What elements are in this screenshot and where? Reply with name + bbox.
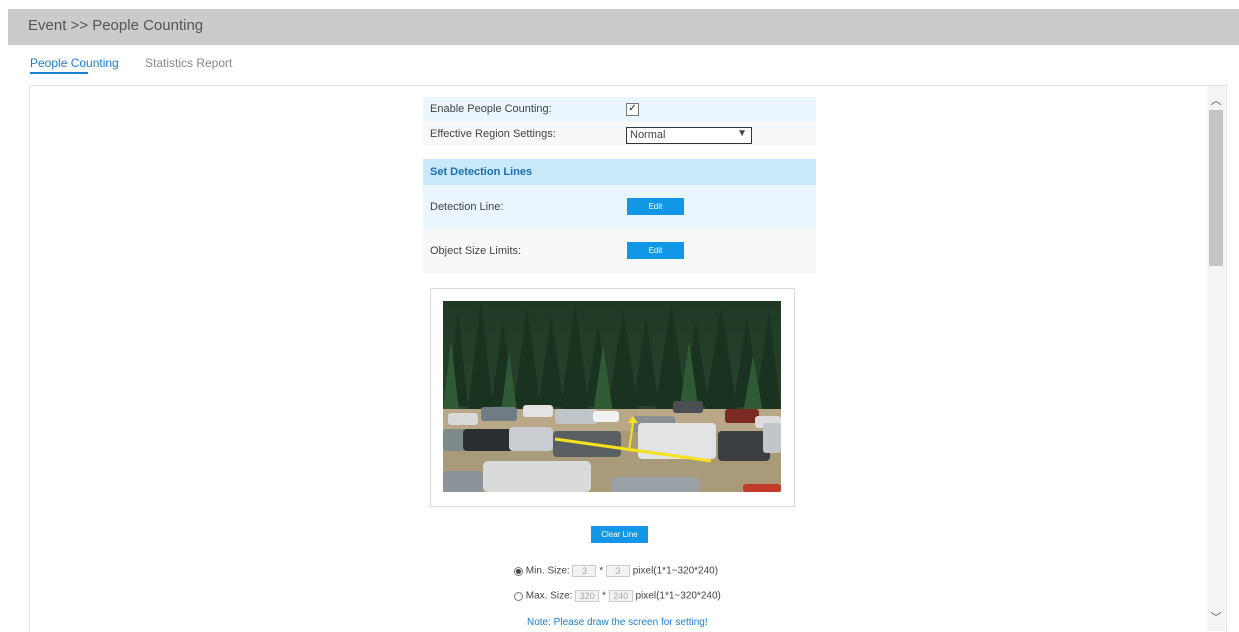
enable-row: Enable People Counting: ✓ [423, 97, 816, 121]
scroll-down-icon[interactable]: ﹀ [1207, 609, 1225, 627]
min-size-radio[interactable] [514, 566, 523, 576]
max-size-radio[interactable] [514, 591, 523, 601]
camera-preview[interactable] [443, 301, 781, 492]
vertical-scrollbar[interactable]: ︿ ﹀ [1207, 86, 1225, 631]
section-title: Set Detection Lines [430, 166, 533, 178]
object-size-row: Object Size Limits: Edit [423, 228, 816, 273]
tab-statistics-report[interactable]: Statistics Report [145, 56, 232, 70]
max-size-height-input[interactable]: 240 [608, 590, 633, 602]
min-size-height-input[interactable]: 3 [605, 565, 630, 577]
detection-line-edit-button[interactable]: Edit [627, 198, 684, 215]
max-size-label: Max. Size: [525, 590, 573, 602]
page-title: Event >> People Counting [28, 17, 204, 34]
times-sign: * [599, 565, 604, 577]
detection-lines-header: Set Detection Lines [423, 159, 816, 185]
object-size-label: Object Size Limits: [430, 245, 522, 257]
times-sign: * [602, 590, 606, 602]
max-size-row: Max. Size: 320 * 240 pixel(1*1~320*240) [514, 590, 721, 602]
region-select-value: Normal [630, 129, 666, 141]
active-tab-indicator [30, 72, 88, 74]
region-row: Effective Region Settings: Normal ▼ [423, 121, 816, 145]
min-size-width-input[interactable]: 3 [572, 565, 597, 577]
scroll-up-icon[interactable]: ︿ [1207, 92, 1225, 110]
object-size-edit-button[interactable]: Edit [627, 242, 684, 259]
enable-label: Enable People Counting: [430, 103, 552, 115]
min-size-label: Min. Size: [525, 565, 570, 577]
settings-panel: Enable People Counting: ✓ Effective Regi… [29, 85, 1227, 632]
tab-people-counting[interactable]: People Counting [30, 56, 119, 70]
video-preview-frame [430, 288, 795, 507]
min-size-row: Min. Size: 3 * 3 pixel(1*1~320*240) [514, 565, 718, 577]
draw-note: Note: Please draw the screen for setting… [527, 617, 708, 628]
scroll-thumb[interactable] [1209, 110, 1223, 266]
min-size-range-hint: pixel(1*1~320*240) [632, 565, 719, 577]
region-label: Effective Region Settings: [430, 128, 556, 140]
max-size-range-hint: pixel(1*1~320*240) [635, 590, 721, 602]
enable-checkbox[interactable]: ✓ [626, 103, 639, 116]
detection-line-label: Detection Line: [430, 201, 504, 213]
page-header: Event >> People Counting [8, 9, 1239, 45]
region-select[interactable]: Normal ▼ [626, 127, 752, 144]
detection-line-row: Detection Line: Edit [423, 185, 816, 228]
chevron-down-icon: ▼ [737, 128, 747, 139]
max-size-width-input[interactable]: 320 [575, 590, 600, 602]
clear-line-button[interactable]: Clear Line [591, 526, 648, 543]
